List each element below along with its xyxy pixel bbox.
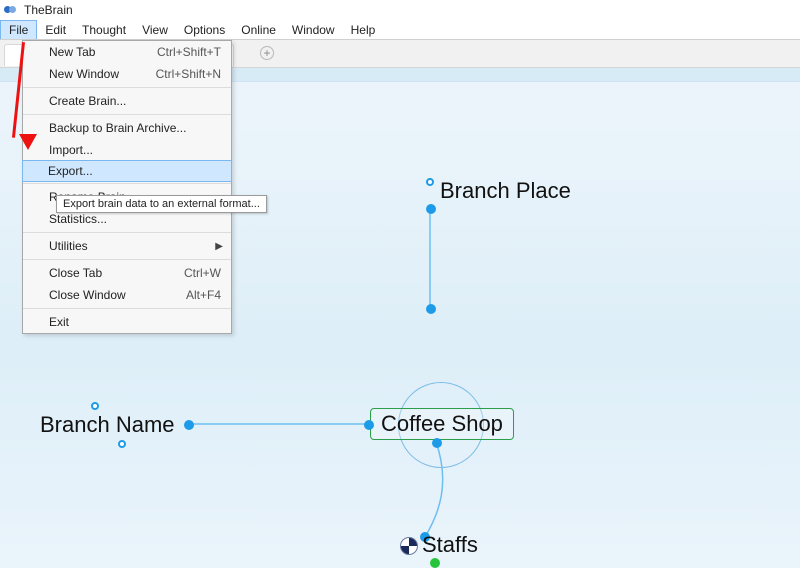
new-tab-button[interactable]: + (260, 46, 274, 60)
title-bar: TheBrain (0, 0, 800, 20)
menuitem-shortcut: Alt+F4 (186, 288, 221, 302)
node-port[interactable] (426, 304, 436, 314)
menuitem-label: Statistics... (49, 212, 107, 226)
node-parent[interactable]: Branch Place (440, 178, 571, 204)
menuitem-export[interactable]: Export... (22, 160, 232, 182)
node-port[interactable] (184, 420, 194, 430)
node-port-open[interactable] (118, 440, 126, 448)
menu-edit[interactable]: Edit (37, 20, 74, 39)
node-center[interactable]: Coffee Shop (370, 408, 514, 440)
menuitem-shortcut: Ctrl+W (184, 266, 221, 280)
app-title: TheBrain (24, 3, 73, 17)
menuitem-label: Export... (48, 164, 93, 178)
node-child[interactable]: Staffs (400, 532, 478, 558)
node-port[interactable] (426, 204, 436, 214)
node-port-open[interactable] (426, 178, 434, 186)
menuitem-label: Utilities (49, 239, 88, 253)
thought-type-icon (400, 537, 418, 555)
menuitem-label: New Window (49, 67, 119, 81)
annotation-arrow-head (19, 134, 37, 150)
menuitem-label: Close Tab (49, 266, 102, 280)
menuitem-label: Exit (49, 315, 69, 329)
menuitem-shortcut: Ctrl+Shift+T (157, 45, 221, 59)
node-port-open[interactable] (91, 402, 99, 410)
menuitem-label: Backup to Brain Archive... (49, 121, 186, 135)
node-port-child[interactable] (430, 558, 440, 568)
menuitem-create-brain[interactable]: Create Brain... (23, 87, 231, 112)
menuitem-close-window[interactable]: Close Window Alt+F4 (23, 284, 231, 306)
menu-bar: File Edit Thought View Options Online Wi… (0, 20, 800, 40)
submenu-arrow-icon: ▶ (215, 241, 223, 252)
menuitem-label: New Tab (49, 45, 95, 59)
menu-view[interactable]: View (134, 20, 176, 39)
menuitem-utilities[interactable]: Utilities ▶ (23, 232, 231, 257)
menu-online[interactable]: Online (233, 20, 284, 39)
menu-thought[interactable]: Thought (74, 20, 134, 39)
menu-options[interactable]: Options (176, 20, 233, 39)
menuitem-exit[interactable]: Exit (23, 308, 231, 333)
menu-file[interactable]: File (0, 20, 37, 39)
menuitem-label: Close Window (49, 288, 126, 302)
menuitem-new-tab[interactable]: New Tab Ctrl+Shift+T (23, 41, 231, 63)
export-tooltip: Export brain data to an external format.… (56, 195, 267, 213)
menuitem-new-window[interactable]: New Window Ctrl+Shift+N (23, 63, 231, 85)
menu-window[interactable]: Window (284, 20, 343, 39)
menuitem-import[interactable]: Import... (23, 139, 231, 161)
menuitem-label: Import... (49, 143, 93, 157)
menuitem-backup[interactable]: Backup to Brain Archive... (23, 114, 231, 139)
menuitem-close-tab[interactable]: Close Tab Ctrl+W (23, 259, 231, 284)
menu-help[interactable]: Help (343, 20, 384, 39)
node-child-label: Staffs (422, 532, 478, 557)
menuitem-label: Create Brain... (49, 94, 126, 108)
file-menu-dropdown: New Tab Ctrl+Shift+T New Window Ctrl+Shi… (22, 40, 232, 334)
menuitem-shortcut: Ctrl+Shift+N (156, 67, 221, 81)
node-port[interactable] (364, 420, 374, 430)
node-port[interactable] (432, 438, 442, 448)
node-sibling[interactable]: Branch Name (40, 412, 175, 438)
app-icon (4, 3, 18, 17)
